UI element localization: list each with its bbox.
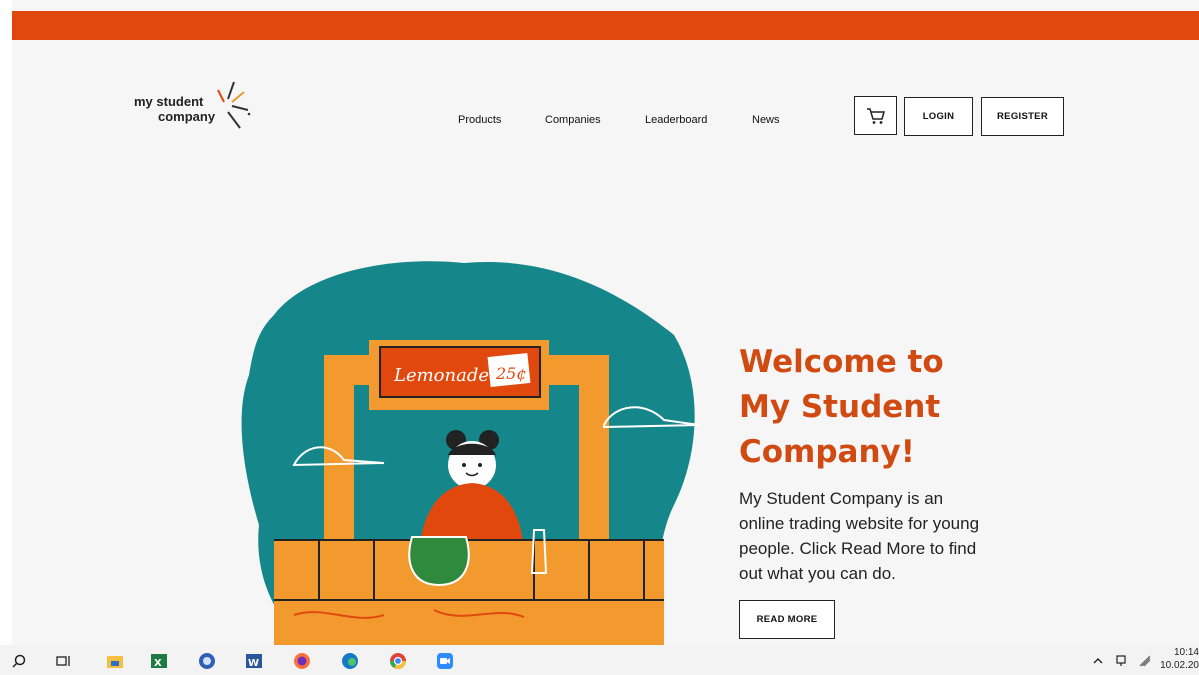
logo-text-line1: my student bbox=[134, 94, 204, 109]
nav-leaderboard[interactable]: Leaderboard bbox=[645, 114, 707, 126]
svg-text:X: X bbox=[154, 658, 162, 669]
search-icon[interactable] bbox=[10, 652, 28, 670]
login-button[interactable]: LOGIN bbox=[904, 97, 973, 136]
nav-news[interactable]: News bbox=[752, 114, 780, 126]
cart-button[interactable] bbox=[854, 96, 897, 135]
file-explorer-icon[interactable] bbox=[106, 652, 124, 670]
sign-text: Lemonade bbox=[393, 365, 489, 386]
chrome-icon[interactable] bbox=[389, 652, 407, 670]
logo-burst-icon bbox=[217, 81, 251, 129]
wifi-icon[interactable] bbox=[1136, 652, 1154, 670]
hero-description: My Student Company is an online trading … bbox=[739, 489, 980, 583]
system-clock[interactable]: 10:14 10.02.20 bbox=[1159, 646, 1199, 672]
logo-text-line2: company bbox=[158, 109, 216, 124]
lemonade-stand-illustration: Lemonade 25¢ bbox=[241, 261, 700, 645]
svg-text:W: W bbox=[248, 658, 259, 669]
cart-icon bbox=[866, 107, 885, 124]
top-accent-bar bbox=[12, 11, 1199, 40]
read-more-button[interactable]: READ MORE bbox=[739, 600, 835, 639]
clock-time: 10:14 bbox=[1173, 647, 1199, 658]
page: my student company Products Companies Le… bbox=[12, 0, 1199, 645]
zoom-icon[interactable] bbox=[436, 652, 454, 670]
nav-products[interactable]: Products bbox=[458, 114, 501, 126]
windows-taskbar bbox=[0, 645, 1199, 675]
app-icon[interactable] bbox=[198, 652, 216, 670]
word-icon[interactable]: W bbox=[245, 652, 263, 670]
register-button[interactable]: REGISTER bbox=[981, 97, 1064, 136]
excel-icon[interactable]: X bbox=[150, 652, 168, 670]
price-text: 25¢ bbox=[495, 364, 527, 383]
clock-date: 10.02.20 bbox=[1160, 660, 1199, 671]
nav-companies[interactable]: Companies bbox=[545, 114, 601, 126]
task-view-icon[interactable] bbox=[55, 652, 73, 670]
hero-title: Welcome to My Student Company! bbox=[739, 344, 944, 470]
chevron-up-icon[interactable] bbox=[1089, 652, 1107, 670]
network-icon[interactable] bbox=[1112, 652, 1130, 670]
edge-icon[interactable] bbox=[341, 652, 359, 670]
site-logo[interactable]: my student company bbox=[134, 80, 254, 132]
firefox-icon[interactable] bbox=[293, 652, 311, 670]
